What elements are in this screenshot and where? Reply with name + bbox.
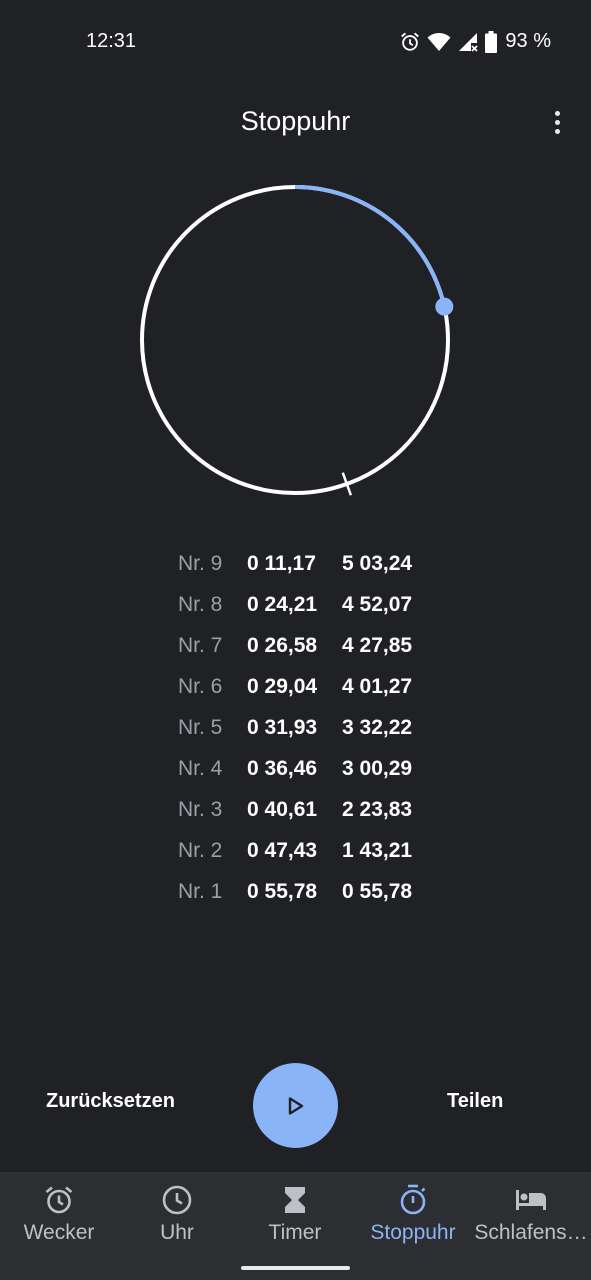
bottom-navigation: Wecker Uhr Timer Stoppuhr Schlafens…	[0, 1172, 591, 1280]
nav-item-stoppuhr[interactable]: Stoppuhr	[354, 1172, 472, 1262]
lap-row: Nr. 4 0 36,46 3 00,29	[0, 751, 591, 792]
clock-icon	[162, 1185, 192, 1215]
lap-time: 0 11,17	[247, 552, 316, 575]
lap-number: Nr. 8	[178, 593, 223, 616]
bed-icon	[516, 1190, 546, 1210]
lap-number: Nr. 4	[178, 757, 223, 780]
lap-number: Nr. 2	[178, 839, 223, 862]
status-icons: 93 %	[399, 30, 551, 53]
lap-total-time: 2 23,83	[342, 798, 413, 821]
page-title: Stoppuhr	[240, 106, 351, 136]
lap-row: Nr. 2 0 47,43 1 43,21	[0, 833, 591, 874]
lap-time: 0 40,61	[247, 798, 318, 821]
lap-total-time: 0 55,78	[342, 880, 413, 903]
lap-time: 0 55,78	[247, 880, 318, 903]
lap-total-time: 4 52,07	[342, 593, 413, 616]
status-bar: 12:31 93 %	[0, 0, 591, 84]
lap-total-time: 4 01,27	[342, 675, 413, 698]
lap-total-time: 5 03,24	[342, 552, 413, 575]
lap-number: Nr. 5	[178, 716, 223, 739]
lap-list: Nr. 90 11,17 5 03,24 Nr. 80 24,21 4 52,07 Nr…	[0, 546, 591, 915]
reset-button[interactable]: Zurücksetzen	[46, 1090, 175, 1113]
status-time: 12:31	[86, 30, 137, 52]
lap-time: 0 24,21	[247, 593, 318, 616]
nav-label: Uhr	[160, 1221, 194, 1244]
lap-number: Nr. 7	[178, 634, 223, 657]
battery-percent: 93 %	[505, 30, 551, 52]
nav-item-schlafenszeit[interactable]: Schlafens…	[472, 1172, 590, 1262]
stopwatch-icon	[400, 1184, 426, 1215]
play-icon	[288, 1096, 303, 1115]
lap-row: Nr. 9 0 11,17 5 03,24	[0, 546, 591, 587]
nav-label: Stoppuhr	[370, 1221, 456, 1244]
lap-number: Nr. 9	[178, 552, 223, 575]
lap-row: Nr. 7 0 26,58 4 27,85	[0, 628, 591, 669]
nav-label: Timer	[268, 1221, 322, 1244]
lap-number: Nr. 1	[178, 880, 223, 903]
lap-time: 0 31,93	[247, 716, 318, 739]
nav-item-wecker[interactable]: Wecker	[0, 1172, 118, 1262]
lap-row: Nr. 1 0 55,78 0 55,78	[0, 874, 591, 915]
battery-icon	[485, 30, 498, 53]
lap-time: 0 29,04	[247, 675, 318, 698]
cell-signal-off-icon	[459, 32, 479, 52]
hourglass-icon	[285, 1187, 305, 1213]
home-indicator[interactable]	[241, 1266, 350, 1270]
nav-label: Wecker	[23, 1221, 95, 1244]
lap-time: 0 47,43	[247, 839, 318, 862]
lap-row: Nr. 5 0 31,93 3 32,22	[0, 710, 591, 751]
dial-progress-handle	[435, 297, 454, 316]
lap-total-time: 3 00,29	[342, 757, 413, 780]
lap-number: Nr. 6	[178, 675, 223, 698]
lap-total-time: 4 27,85	[342, 634, 413, 657]
lap-row: Nr. 3 0 40,61 2 23,83	[0, 792, 591, 833]
alarm-icon	[45, 1186, 73, 1214]
play-button[interactable]	[253, 1063, 338, 1148]
lap-time: 0 26,58	[247, 634, 318, 657]
dial-progress-arc	[294, 185, 447, 308]
nav-item-uhr[interactable]: Uhr	[118, 1172, 236, 1262]
stopwatch-screen: 12:31 93 % Stoppuhr Nr. 9 0 11,17 5 03,2…	[0, 0, 591, 1280]
lap-row: Nr. 6 0 29,04 4 01,27	[0, 669, 591, 710]
lap-time: 0 36,46	[247, 757, 318, 780]
lap-row: Nr. 8 0 24,21 4 52,07	[0, 587, 591, 628]
lap-total-time: 3 32,22	[342, 716, 413, 739]
nav-item-timer[interactable]: Timer	[236, 1172, 354, 1262]
wifi-icon	[427, 32, 451, 51]
share-button[interactable]: Teilen	[447, 1090, 503, 1113]
lap-total-time: 1 43,21	[342, 839, 413, 862]
lap-number: Nr. 3	[178, 798, 223, 821]
alarm-icon	[401, 32, 420, 51]
more-vert-icon[interactable]	[542, 104, 572, 140]
stopwatch-dial	[140, 185, 454, 496]
nav-label: Schlafens…	[474, 1221, 588, 1244]
